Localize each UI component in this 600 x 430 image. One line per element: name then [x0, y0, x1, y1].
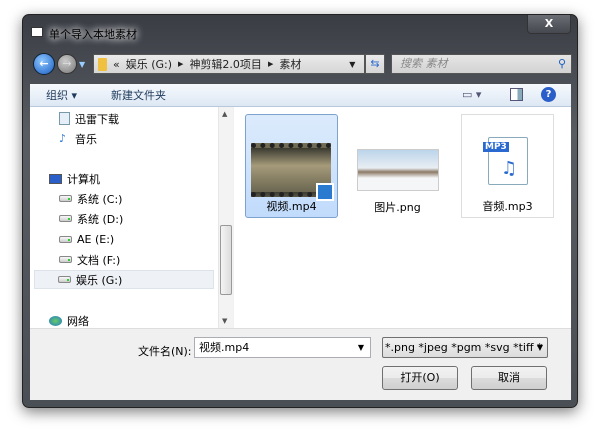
close-button[interactable]: X: [527, 15, 571, 34]
organize-menu[interactable]: 组织 ▾: [36, 87, 87, 103]
sidebar-scrollbar[interactable]: ▲ ▼: [218, 107, 233, 328]
search-icon[interactable]: ⚲: [558, 55, 566, 73]
drive-icon: [58, 276, 71, 283]
dialog-footer: 文件名(N): 视频.mp4 ▼ *.png *jpeg *pgm *svg *t…: [30, 328, 571, 400]
sidebar-item-label: 系统 (C:): [77, 192, 123, 206]
drive-icon: [59, 215, 72, 222]
search-input[interactable]: 搜索 素材 ⚲: [391, 54, 572, 74]
command-toolbar: 组织 ▾ 新建文件夹 ▭ ▾ ?: [30, 84, 571, 107]
recent-pages-dropdown[interactable]: ▼: [79, 60, 85, 69]
view-options-icon[interactable]: ▭ ▾: [462, 88, 481, 101]
sidebar-item-label: 迅雷下载: [75, 112, 119, 126]
drive-icon: [59, 256, 72, 263]
address-overflow[interactable]: «: [113, 58, 120, 71]
chevron-right-icon[interactable]: ▶: [268, 60, 273, 68]
app-icon: [31, 27, 43, 37]
address-bar[interactable]: « 娱乐 (G:) ▶ 神剪辑2.0项目 ▶ 素材 ▼: [93, 54, 365, 74]
file-name: 图片.png: [374, 201, 421, 214]
mp3-file-icon: MP3 ♫: [483, 137, 528, 185]
search-placeholder: 搜索 素材: [400, 57, 448, 70]
sidebar-item-thunder-downloads[interactable]: 迅雷下载: [59, 109, 119, 128]
breadcrumb-project[interactable]: 神剪辑2.0项目: [189, 56, 262, 72]
chevron-down-icon[interactable]: ▼: [358, 338, 364, 357]
navigation-pane: 迅雷下载 ♪ 音乐 计算机 系统 (C:) 系统 (D:) AE (E:) 文档 …: [30, 107, 233, 328]
computer-icon: [49, 173, 62, 184]
dialog-title: 单个导入本地素材: [49, 28, 137, 41]
sidebar-item-label: 计算机: [67, 172, 100, 186]
breadcrumb-current[interactable]: 素材: [279, 56, 301, 72]
drive-icon: [59, 236, 72, 243]
sidebar-item-label: 文档 (F:): [77, 253, 121, 267]
refresh-button[interactable]: ⇆: [365, 54, 385, 74]
open-file-dialog: 单个导入本地素材 X ← → ▼ « 娱乐 (G:) ▶ 神剪辑2.0项目 ▶ …: [22, 14, 578, 408]
filename-label: 文件名(N):: [138, 345, 192, 358]
folder-icon: [98, 57, 107, 71]
scroll-up-icon[interactable]: ▲: [222, 110, 227, 118]
sidebar-item-computer[interactable]: 计算机: [49, 169, 100, 188]
file-name: 视频.mp4: [266, 200, 317, 213]
chevron-right-icon[interactable]: ▶: [178, 60, 183, 68]
sidebar-item-drive-e[interactable]: AE (E:): [59, 230, 114, 249]
sidebar-item-label: 娱乐 (G:): [76, 273, 123, 287]
scrollbar-thumb[interactable]: [220, 225, 232, 295]
filename-value: 视频.mp4: [199, 341, 250, 354]
file-type-value: *.png *jpeg *pgm *svg *tiff *: [385, 341, 543, 354]
mp3-badge: MP3: [483, 142, 509, 152]
address-dropdown-icon[interactable]: ▼: [349, 60, 358, 69]
chevron-down-icon[interactable]: ▼: [537, 338, 543, 357]
sidebar-item-label: 系统 (D:): [77, 212, 124, 226]
sidebar-item-label: AE (E:): [77, 233, 115, 246]
sidebar-item-music[interactable]: ♪ 音乐: [59, 129, 97, 148]
sidebar-item-drive-g[interactable]: 娱乐 (G:): [34, 270, 214, 289]
network-icon: [49, 315, 62, 326]
file-name: 音频.mp3: [482, 200, 533, 213]
windows-drive-icon: [59, 195, 72, 202]
filename-input[interactable]: 视频.mp4 ▼: [194, 337, 371, 358]
breadcrumb-drive[interactable]: 娱乐 (G:): [126, 56, 172, 72]
sidebar-item-label: 网络: [67, 314, 89, 328]
image-thumbnail-icon: [357, 149, 439, 191]
file-item-audio[interactable]: MP3 ♫ 音频.mp3: [461, 114, 554, 218]
open-button[interactable]: 打开(O): [382, 366, 458, 390]
cancel-button[interactable]: 取消: [471, 366, 547, 390]
help-icon[interactable]: ?: [541, 87, 556, 102]
sidebar-item-drive-f[interactable]: 文档 (F:): [59, 250, 120, 269]
file-list: 视频.mp4 图片.png MP3 ♫ 音频.mp3: [234, 107, 571, 328]
download-folder-icon: [59, 112, 70, 125]
file-item-image[interactable]: 图片.png: [351, 114, 444, 218]
sidebar-item-label: 音乐: [75, 132, 97, 146]
scroll-down-icon[interactable]: ▼: [222, 317, 227, 325]
preview-pane-icon[interactable]: [510, 88, 523, 101]
sidebar-item-drive-d[interactable]: 系统 (D:): [59, 209, 123, 228]
music-icon: ♪: [59, 132, 67, 145]
file-item-video[interactable]: 视频.mp4: [245, 114, 338, 218]
back-button[interactable]: ←: [33, 53, 55, 75]
new-folder-button[interactable]: 新建文件夹: [101, 87, 176, 103]
file-type-select[interactable]: *.png *jpeg *pgm *svg *tiff * ▼: [382, 337, 548, 358]
sidebar-item-drive-c[interactable]: 系统 (C:): [59, 189, 122, 208]
forward-button[interactable]: →: [57, 54, 77, 74]
